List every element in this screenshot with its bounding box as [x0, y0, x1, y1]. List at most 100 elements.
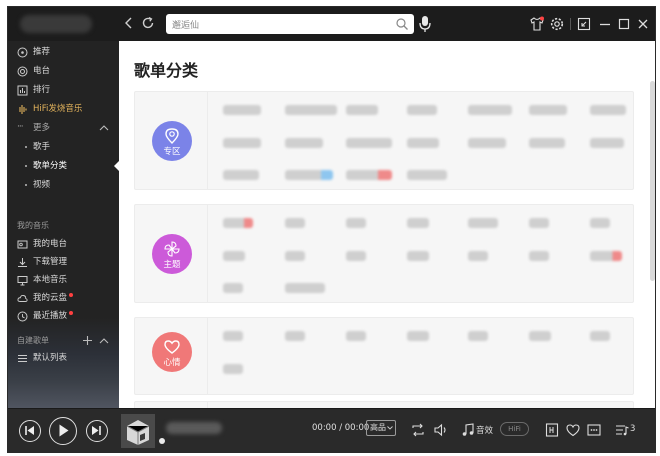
tag-item[interactable]: [346, 170, 392, 180]
tag-item[interactable]: [407, 331, 429, 341]
sidebar-item-download[interactable]: 下载管理: [8, 253, 119, 271]
volume-icon[interactable]: [433, 422, 449, 438]
plus-icon[interactable]: [82, 335, 93, 346]
sidebar-item-label: 推荐: [33, 47, 51, 57]
sidebar-more-toggle[interactable]: ··· 更多: [8, 119, 119, 137]
music-note-icon[interactable]: [460, 422, 476, 438]
tag-item[interactable]: [223, 251, 245, 261]
tag-item[interactable]: [529, 331, 551, 341]
tag-item[interactable]: [529, 251, 549, 261]
sidebar-item-label: HiFi发烧音乐: [33, 104, 83, 114]
tag-item[interactable]: [285, 331, 305, 341]
tag-item[interactable]: [407, 251, 429, 261]
sidebar-item-my-radio[interactable]: 我的电台: [8, 235, 119, 253]
tag-item[interactable]: [590, 251, 622, 261]
tag-item[interactable]: [529, 105, 567, 115]
tag-item[interactable]: [285, 283, 325, 293]
list-icon: [18, 355, 27, 362]
playlist-icon[interactable]: [614, 422, 630, 438]
tag-item[interactable]: [468, 105, 512, 115]
tag-item[interactable]: [223, 218, 253, 228]
tag-item[interactable]: [346, 251, 366, 261]
tag-item[interactable]: [223, 138, 261, 148]
tag-item[interactable]: [407, 170, 447, 180]
album-art[interactable]: [121, 414, 155, 448]
microphone-icon[interactable]: [418, 15, 432, 33]
sidebar-item-rank[interactable]: 排行: [8, 81, 119, 99]
sidebar-item-video[interactable]: 视频: [8, 176, 119, 194]
category-badge-zone: 专区: [152, 121, 192, 161]
tag-item[interactable]: [346, 218, 366, 228]
chevron-up-icon[interactable]: [99, 337, 109, 345]
hifi-toggle[interactable]: HiFi: [500, 422, 529, 436]
sidebar-item-label: 默认列表: [33, 353, 68, 363]
quality-selector[interactable]: 高品: [366, 420, 396, 436]
heart-outline-icon[interactable]: [565, 422, 581, 438]
tag-item[interactable]: [285, 138, 323, 148]
back-button[interactable]: [121, 15, 137, 31]
tag-item[interactable]: [223, 105, 261, 115]
gear-icon[interactable]: [549, 16, 565, 32]
more-options-icon[interactable]: [586, 422, 602, 438]
repeat-icon[interactable]: [410, 422, 426, 438]
sidebar-item-label: 歌单分类: [33, 161, 68, 171]
tag-item[interactable]: [590, 138, 624, 148]
progress-knob[interactable]: [159, 438, 165, 444]
sidebar-item-recommend[interactable]: 推荐: [8, 43, 119, 61]
search-box[interactable]: [166, 14, 414, 34]
sidebar-item-default-list[interactable]: 默认列表: [8, 349, 119, 367]
close-icon[interactable]: [635, 16, 651, 32]
sound-effect-label[interactable]: 音效: [476, 424, 493, 436]
tag-item[interactable]: [590, 218, 610, 228]
sidebar-item-cloud[interactable]: 我的云盘: [8, 289, 119, 307]
quality-label: 高品: [370, 423, 386, 432]
tag-item[interactable]: [285, 251, 305, 261]
tag-item[interactable]: [223, 331, 243, 341]
tag-item[interactable]: [590, 331, 610, 341]
refresh-button[interactable]: [140, 15, 156, 31]
play-button[interactable]: [49, 417, 77, 445]
chevron-up-icon[interactable]: [99, 124, 109, 132]
lyrics-icon[interactable]: [544, 422, 560, 438]
tag-item[interactable]: [223, 170, 259, 180]
tag-item[interactable]: [346, 105, 378, 115]
tag-item[interactable]: [468, 251, 488, 261]
next-button[interactable]: [86, 420, 108, 442]
tag-item[interactable]: [529, 218, 549, 228]
tag-item[interactable]: [407, 138, 439, 148]
tag-item[interactable]: [223, 283, 243, 293]
sidebar-item-recent[interactable]: 最近播放: [8, 307, 119, 325]
tag-item[interactable]: [285, 105, 337, 115]
tag-item[interactable]: [346, 138, 392, 148]
song-title: [166, 422, 222, 434]
sidebar-item-playlist-category[interactable]: 歌单分类: [8, 157, 119, 175]
category-divider: [207, 205, 208, 302]
sidebar-item-label: 歌手: [33, 142, 51, 152]
category-card-zone: 专区: [134, 91, 634, 190]
previous-button[interactable]: [19, 420, 41, 442]
minimize-icon[interactable]: [597, 16, 613, 32]
sidebar-item-radio[interactable]: 电台: [8, 62, 119, 80]
mini-mode-icon[interactable]: [576, 16, 592, 32]
tag-item[interactable]: [346, 331, 366, 341]
tag-item[interactable]: [590, 105, 626, 115]
tag-item[interactable]: [223, 364, 243, 374]
search-input[interactable]: [172, 16, 392, 32]
sidebar-item-singer[interactable]: 歌手: [8, 138, 119, 156]
sidebar-item-local-music[interactable]: 本地音乐: [8, 271, 119, 289]
tag-item[interactable]: [407, 218, 429, 228]
tag-item[interactable]: [468, 138, 506, 148]
app-logo: [20, 15, 92, 33]
my-music-header: 我的音乐: [17, 221, 49, 230]
tag-item[interactable]: [529, 138, 565, 148]
sidebar-item-hifi[interactable]: HiFi发烧音乐: [8, 100, 119, 118]
shirt-skin-icon[interactable]: [529, 16, 545, 32]
tag-item[interactable]: [407, 105, 437, 115]
tag-item[interactable]: [468, 218, 498, 228]
maximize-icon[interactable]: [616, 16, 632, 32]
vertical-scrollbar[interactable]: [650, 81, 655, 281]
tag-item[interactable]: [285, 218, 305, 228]
tag-item[interactable]: [285, 170, 333, 180]
search-icon[interactable]: [395, 17, 409, 31]
tag-item[interactable]: [468, 331, 488, 341]
